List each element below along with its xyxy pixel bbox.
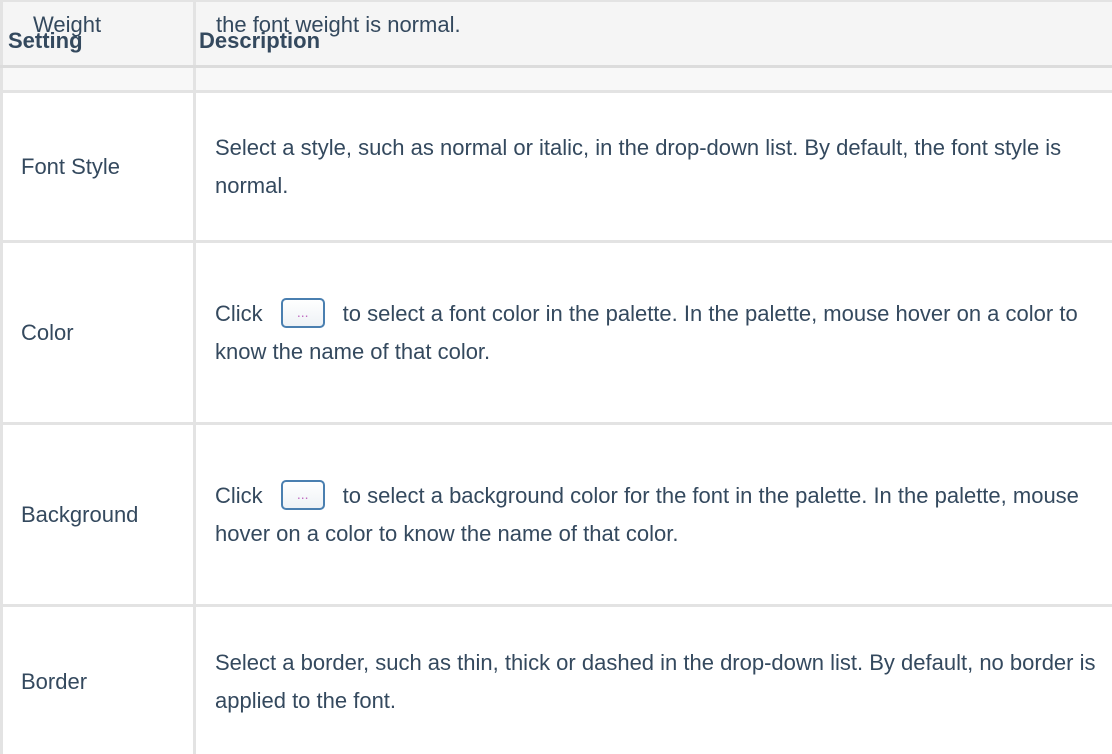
background-color-picker-button[interactable]: ... — [280, 479, 325, 510]
description-rest: to select a font color in the palette. I… — [215, 300, 1078, 364]
setting-name: Border — [21, 669, 88, 694]
setting-name: Background — [21, 501, 139, 527]
setting-cell: Background — [0, 425, 196, 604]
table-row: Border Select a border, such as thin, th… — [0, 607, 1112, 754]
header-description-label: Description — [199, 28, 321, 53]
table-row: Color Click... to select a font color in … — [0, 243, 1112, 425]
description-text: Select a border, such as thin, thick or … — [215, 650, 1096, 713]
header-setting-label: Setting — [8, 28, 83, 53]
setting-name: Color — [21, 319, 74, 345]
table-row: Background Click... to select a backgroun… — [0, 425, 1112, 607]
spacer-cell — [0, 68, 196, 90]
description-click-word: Click — [215, 300, 263, 326]
setting-cell: Color — [0, 243, 196, 422]
setting-name: Font Style — [21, 153, 121, 179]
description-text: Select a style, such as normal or italic… — [215, 134, 1062, 198]
description-text: Click... to select a background color for… — [215, 477, 1102, 553]
description-cell: Click... to select a background color for… — [196, 425, 1112, 604]
table-row: Font Style Select a style, such as norma… — [0, 93, 1112, 243]
color-picker-button[interactable]: ... — [280, 297, 325, 328]
setting-cell: Font Style — [0, 93, 196, 240]
setting-cell: Border — [0, 607, 196, 754]
description-cell: Select a style, such as normal or italic… — [196, 93, 1112, 240]
settings-table: Weight the font weight is normal. Settin… — [0, 0, 1112, 754]
spacer-row — [0, 68, 1112, 93]
table-header: Weight the font weight is normal. Settin… — [0, 0, 1112, 68]
description-cell: Click... to select a font color in the pa… — [196, 243, 1112, 422]
description-click-word: Click — [215, 482, 263, 508]
description-rest: to select a background color for the fon… — [215, 482, 1079, 546]
description-text: Click... to select a font color in the pa… — [215, 295, 1102, 371]
description-cell: Select a border, such as thin, thick or … — [196, 607, 1112, 754]
